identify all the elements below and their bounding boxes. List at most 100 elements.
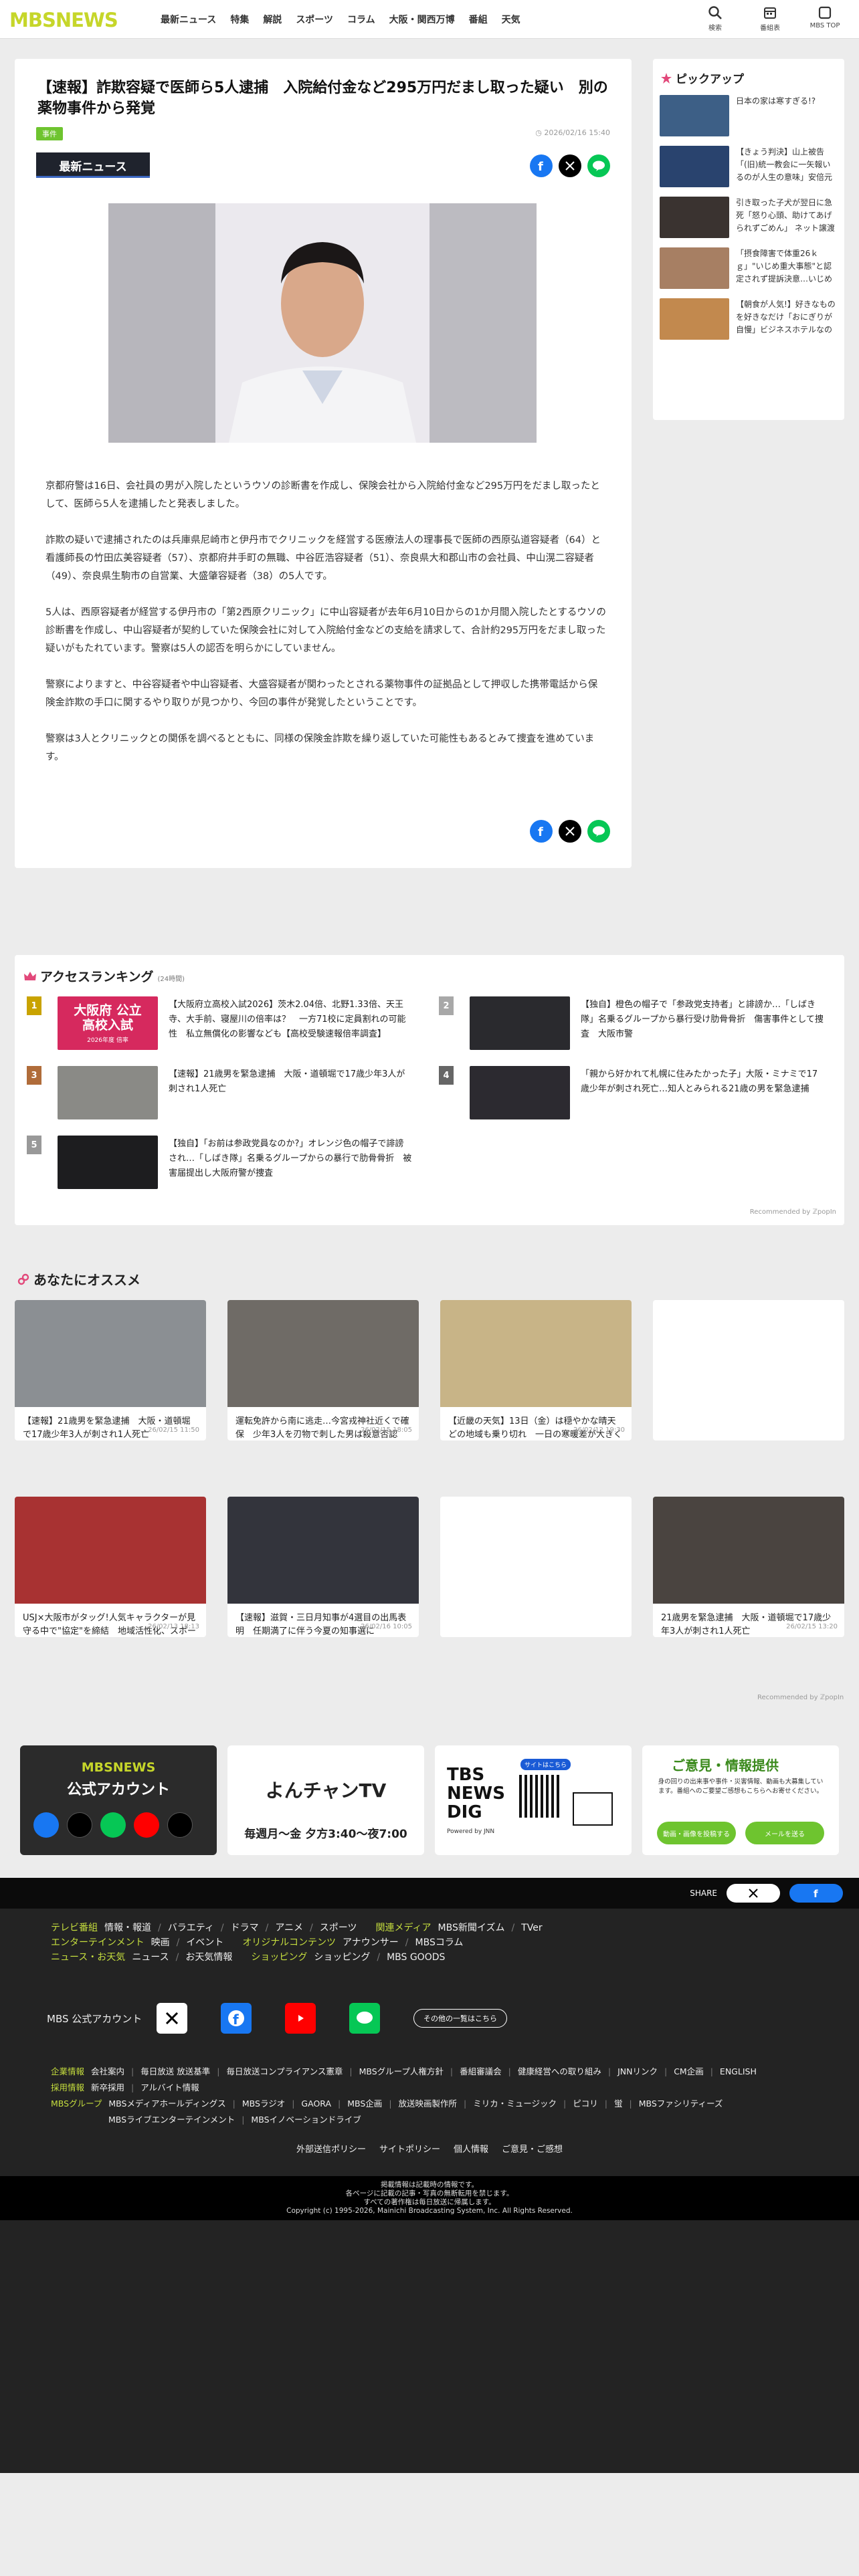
footer-more-accounts-button[interactable]: その他の一覧はこちら <box>413 2009 507 2028</box>
footer-link[interactable]: 蛍 <box>614 2096 623 2112</box>
footer-link[interactable]: ENGLISH <box>720 2064 757 2080</box>
footer-link[interactable]: アルバイト情報 <box>140 2080 199 2096</box>
footer-link[interactable]: ショッピング <box>314 1950 370 1965</box>
mbs-news-logo[interactable]: MBSNEWS <box>9 9 134 30</box>
line-share-button[interactable] <box>587 820 610 843</box>
category-button[interactable]: 最新ニュース <box>36 152 150 178</box>
nav-feature[interactable]: 特集 <box>230 13 249 26</box>
ranking-item[interactable]: 3 【速報】21歳男を緊急逮捕 大阪・道頓堀で17歳少年3人が刺され1人死亡 <box>27 1066 413 1123</box>
header-schedule-button[interactable]: 番組表 <box>752 3 788 32</box>
footer-link[interactable]: MBSコラム <box>415 1935 464 1950</box>
footer-facebook-share-button[interactable]: f <box>789 1884 843 1903</box>
pickup-item[interactable]: 引き取った子犬が翌日に急死「怒り心頭、助けてあげられずごめん」 ネット譲渡めぐり… <box>660 197 838 238</box>
footer-policy-link[interactable]: ご意見・ご感想 <box>502 2142 563 2155</box>
ranking-item[interactable]: 1 大阪府 公立高校入試 2026年度 倍率 【大阪府立高校入試2026】茨木2… <box>27 996 413 1054</box>
official-account-banner[interactable]: MBSNEWS 公式アカウント <box>20 1745 217 1855</box>
footer-link[interactable]: アニメ <box>275 1921 303 1935</box>
article-tag[interactable]: 事件 <box>36 127 63 140</box>
nav-column[interactable]: コラム <box>347 13 375 26</box>
footer-link[interactable]: 健康経営への取り組み <box>518 2064 601 2080</box>
footer-policy-link[interactable]: サイトポリシー <box>379 2142 440 2155</box>
header-mbs-top-button[interactable]: MBS TOP <box>807 3 843 32</box>
x-share-button[interactable] <box>559 154 581 177</box>
opinion-banner[interactable]: ご意見・情報提供 身の回りの出来事や事件・災害情報、動画も大募集しています。番組… <box>642 1745 839 1855</box>
recommend-card[interactable]: 21歳男を緊急逮捕 大阪・道頓堀で17歳少年3人が刺され1人死亡 26/02/15… <box>653 1497 844 1637</box>
pickup-item-text: 【朝食が人気!】好きなものを好きなだけ「おにぎりが自慢」ビジネスホテルなのに「宿… <box>736 300 836 334</box>
recommend-card[interactable]: 【速報】21歳男を緊急逮捕 大阪・道頓堀で17歳少年3人が刺され1人死亡 26/0… <box>15 1300 206 1440</box>
upload-video-button[interactable]: 動画・画像を投稿する <box>657 1822 736 1844</box>
footer-link[interactable]: MBS新聞イズム <box>438 1921 505 1935</box>
footer-link[interactable]: イベント <box>186 1935 223 1950</box>
nav-sports[interactable]: スポーツ <box>296 13 333 26</box>
header-search-button[interactable]: 検索 <box>697 3 733 32</box>
footer-link[interactable]: MBSファシリティーズ <box>639 2096 723 2112</box>
facebook-share-button[interactable]: f <box>530 154 553 177</box>
footer-link[interactable]: 新卒採用 <box>91 2080 124 2096</box>
footer-link[interactable]: ニュース <box>132 1950 169 1965</box>
pickup-item[interactable]: 【朝食が人気!】好きなものを好きなだけ「おにぎりが自慢」ビジネスホテルなのに「宿… <box>660 298 838 340</box>
footer-link[interactable]: MBSライブエンターテインメント <box>108 2112 235 2128</box>
footer-link[interactable]: ピコリ <box>573 2096 598 2112</box>
nav-expo[interactable]: 大阪・関西万博 <box>389 13 455 26</box>
facebook-share-button[interactable]: f <box>530 820 553 843</box>
nav-latest[interactable]: 最新ニュース <box>161 13 216 26</box>
recommend-card[interactable]: USJ×大阪市がタッグ!人気キャラクターが見守る中で"協定"を締結 地域活性化、… <box>15 1497 206 1637</box>
footer-link[interactable]: 会社案内 <box>91 2064 124 2080</box>
recommend-card-text: 21歳男を緊急逮捕 大阪・道頓堀で17歳少年3人が刺され1人死亡 <box>661 1613 832 1636</box>
pickup-item[interactable]: 【きょう判決】山上被告「(旧)統一教会に一矢報いるのが人生の意味」安倍元総理銃撃… <box>660 146 838 187</box>
footer-link[interactable]: TVer <box>521 1921 542 1935</box>
footer-link[interactable]: 番組審議会 <box>460 2064 502 2080</box>
recommend-card[interactable]: 【近畿の天気】13日（金）は穏やかな晴天 どの地域も乗り切れ 一日の寒暖差が大き… <box>440 1300 632 1440</box>
recommend-card[interactable]: 運転免許から南に逃走…今宮戎神社近くで確保 少年3人を刃物で刺した男は殺意否認「… <box>227 1300 419 1440</box>
popin-credit[interactable]: Recommended by ℤpopIn <box>757 1694 844 1701</box>
footer-link[interactable]: MBS企画 <box>347 2096 382 2112</box>
pickup-item[interactable]: 日本の家は寒すぎる!? <box>660 95 838 136</box>
send-mail-button[interactable]: メールを送る <box>745 1822 824 1844</box>
footer-link[interactable]: お天気情報 <box>185 1950 232 1965</box>
header-schedule-label: 番組表 <box>760 25 780 32</box>
footer-policy-link[interactable]: 個人情報 <box>454 2142 488 2155</box>
footer-link[interactable]: 毎日放送コンプライアンス憲章 <box>226 2064 343 2080</box>
footer-x-share-button[interactable] <box>727 1884 780 1903</box>
footer-link[interactable]: MBSイノベーションドライブ <box>251 2112 361 2128</box>
nav-commentary[interactable]: 解説 <box>263 13 282 26</box>
footer-link[interactable]: ミリカ・ミュージック <box>473 2096 557 2112</box>
footer-link[interactable]: JNNリンク <box>617 2064 658 2080</box>
footer-link[interactable]: MBSメディアホールディングス <box>108 2096 225 2112</box>
footer-link[interactable]: 情報・報道 <box>104 1921 151 1935</box>
footer-link[interactable]: MBS GOODS <box>387 1950 445 1965</box>
rank-badge: 3 <box>27 1066 41 1085</box>
footer-link[interactable]: GAORA <box>301 2096 331 2112</box>
link-icon <box>17 1273 29 1285</box>
footer-link[interactable]: CM企画 <box>674 2064 704 2080</box>
recommend-card[interactable]: 【速報】滋賀・三日月知事が4選目の出馬表明 任期満了に伴う今夏の知事選に 26/0… <box>227 1497 419 1637</box>
footer-x-link[interactable] <box>157 2003 187 2034</box>
x-share-button[interactable] <box>559 820 581 843</box>
ranking-item[interactable]: 4 「親から好かれて札幌に住みたかった子」大阪・ミナミで17歳少年が刺され死亡…… <box>439 1066 826 1123</box>
tbs-news-dig-banner[interactable]: TBS NEWS DIG Powered by JNN サイトはこちら <box>435 1745 632 1855</box>
footer-link[interactable]: 映画 <box>151 1935 170 1950</box>
ranking-item[interactable]: 5 【独自】「お前は参政党員なのか?」オレンジ色の帽子で誹謗され…「しばき隊」名… <box>27 1136 413 1193</box>
footer-link[interactable]: スポーツ <box>320 1921 357 1935</box>
footer-policy-link[interactable]: 外部送信ポリシー <box>296 2142 366 2155</box>
footer-link[interactable]: 放送映画製作所 <box>399 2096 458 2112</box>
yonchan-tv-banner[interactable]: よんチャンTV 毎週月〜金 夕方3:40〜夜7:00 <box>227 1745 424 1855</box>
footer-link[interactable]: バラエティ <box>168 1921 214 1935</box>
footer-link[interactable]: MBSグループ人権方針 <box>359 2064 444 2080</box>
footer-link[interactable]: アナウンサー <box>343 1935 399 1950</box>
line-icon <box>593 160 605 171</box>
footer-youtube-link[interactable] <box>285 2003 316 2034</box>
footer-link[interactable]: ドラマ <box>231 1921 259 1935</box>
nav-weather[interactable]: 天気 <box>502 13 520 26</box>
ranking-item[interactable]: 2 【独自】橙色の帽子で「参政党支持者」と誹謗か…「しばき隊」名乗るグループから… <box>439 996 826 1054</box>
footer-link[interactable]: 毎日放送 放送基準 <box>140 2064 210 2080</box>
footer-facebook-link[interactable]: f <box>221 2003 252 2034</box>
qr-code <box>519 1775 562 1818</box>
line-share-button[interactable] <box>587 154 610 177</box>
nav-programs[interactable]: 番組 <box>469 13 488 26</box>
footer-line-link[interactable] <box>349 2003 380 2034</box>
popin-credit[interactable]: Recommended by ℤpopIn <box>750 1208 836 1216</box>
pickup-item[interactable]: 「摂食障害で体重26ｋｇ」"いじめ重大事態"と認定されず提訴決意…いじめと闘った… <box>660 247 838 289</box>
footer-link[interactable]: MBSラジオ <box>242 2096 285 2112</box>
header-search-label: 検索 <box>708 25 722 32</box>
